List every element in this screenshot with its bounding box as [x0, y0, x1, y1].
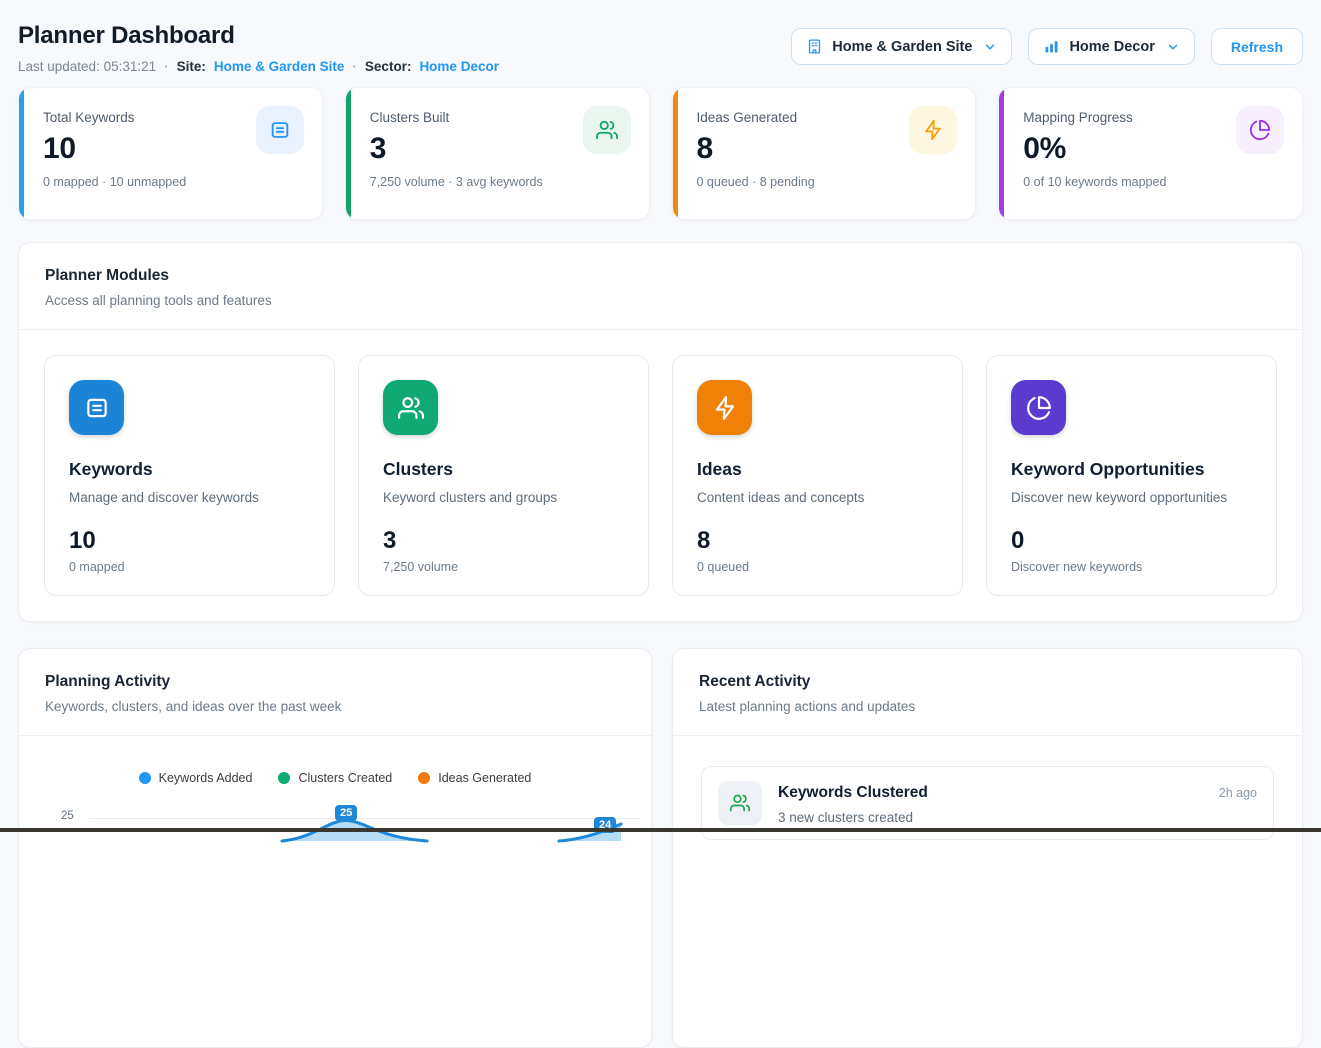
module-title: Clusters — [383, 459, 624, 480]
legend-label: Keywords Added — [159, 771, 253, 785]
sector-selector-dropdown[interactable]: Home Decor — [1028, 28, 1194, 65]
sector-label: Sector: — [365, 59, 412, 74]
recent-activity-panel: Recent Activity Latest planning actions … — [672, 648, 1303, 1048]
modules-title: Planner Modules — [45, 267, 1276, 285]
legend-item-ideas-generated[interactable]: Ideas Generated — [418, 771, 531, 785]
header-meta: Last updated: 05:31:21 · Site: Home & Ga… — [18, 59, 499, 74]
stat-card-clusters-built[interactable]: Clusters Built 3 7,250 volume · 3 avg ke… — [345, 87, 650, 220]
document-icon — [256, 106, 304, 154]
building-icon — [806, 38, 823, 55]
module-value: 0 — [1011, 527, 1252, 555]
legend-item-clusters-created[interactable]: Clusters Created — [278, 771, 392, 785]
divider — [19, 735, 651, 736]
stat-card-total-keywords[interactable]: Total Keywords 10 0 mapped · 10 unmapped — [18, 87, 323, 220]
site-selector-value: Home & Garden Site — [832, 39, 972, 55]
stat-detail: 0 queued · 8 pending — [697, 175, 956, 189]
accent-stripe — [999, 88, 1004, 219]
module-description: Manage and discover keywords — [69, 490, 310, 505]
legend-item-keywords-added[interactable]: Keywords Added — [139, 771, 253, 785]
stat-detail: 0 of 10 keywords mapped — [1023, 175, 1282, 189]
activity-title: Keywords Clustered — [778, 784, 1203, 802]
module-value: 10 — [69, 527, 310, 555]
module-stat: 0 mapped — [69, 560, 310, 574]
module-value: 8 — [697, 527, 938, 555]
sector-link[interactable]: Home Decor — [419, 59, 499, 74]
module-card-keyword-opportunities[interactable]: Keyword Opportunities Discover new keywo… — [986, 355, 1277, 596]
module-card-ideas[interactable]: Ideas Content ideas and concepts 8 0 que… — [672, 355, 963, 596]
planner-modules-panel: Planner Modules Access all planning tool… — [18, 242, 1303, 622]
accent-stripe — [19, 88, 24, 219]
legend-label: Ideas Generated — [438, 771, 531, 785]
header-toolbar: Home & Garden Site Home Decor Refresh — [791, 28, 1303, 65]
module-stat: 0 queued — [697, 560, 938, 574]
users-icon — [718, 781, 762, 825]
site-selector-dropdown[interactable]: Home & Garden Site — [791, 28, 1012, 65]
recent-title: Recent Activity — [699, 673, 1276, 691]
modules-panel-header: Planner Modules Access all planning tool… — [19, 243, 1302, 329]
header-left: Planner Dashboard Last updated: 05:31:21… — [18, 22, 499, 74]
legend-dot-blue — [139, 772, 151, 784]
meta-separator: · — [352, 59, 357, 74]
planner-dashboard-page: Planner Dashboard Last updated: 05:31:21… — [0, 0, 1321, 1048]
accent-stripe — [673, 88, 678, 219]
pie-chart-icon — [1011, 380, 1066, 435]
site-label: Site: — [177, 59, 206, 74]
stat-card-ideas-generated[interactable]: Ideas Generated 8 0 queued · 8 pending — [672, 87, 977, 220]
document-icon — [69, 380, 124, 435]
chevron-down-icon — [983, 40, 997, 54]
module-title: Keywords — [69, 459, 310, 480]
page-header: Planner Dashboard Last updated: 05:31:21… — [18, 0, 1303, 74]
legend-dot-green — [278, 772, 290, 784]
legend-label: Clusters Created — [298, 771, 392, 785]
activity-line-chart[interactable]: 25 25 24 — [19, 807, 651, 841]
page-title: Planner Dashboard — [18, 22, 499, 50]
planning-activity-panel: Planning Activity Keywords, clusters, an… — [18, 648, 652, 1048]
module-card-clusters[interactable]: Clusters Keyword clusters and groups 3 7… — [358, 355, 649, 596]
activity-timestamp: 2h ago — [1219, 781, 1257, 800]
module-stat: 7,250 volume — [383, 560, 624, 574]
last-updated-text: Last updated: 05:31:21 — [18, 59, 156, 74]
module-value: 3 — [383, 527, 624, 555]
modules-grid: Keywords Manage and discover keywords 10… — [19, 330, 1302, 621]
users-icon — [583, 106, 631, 154]
module-description: Content ideas and concepts — [697, 490, 938, 505]
recent-panel-header: Recent Activity Latest planning actions … — [673, 649, 1302, 735]
stat-detail: 7,250 volume · 3 avg keywords — [370, 175, 629, 189]
site-link[interactable]: Home & Garden Site — [214, 59, 345, 74]
lightning-icon — [909, 106, 957, 154]
activity-body: Keywords Clustered 3 new clusters create… — [778, 781, 1203, 825]
module-card-keywords[interactable]: Keywords Manage and discover keywords 10… — [44, 355, 335, 596]
pie-chart-icon — [1236, 106, 1284, 154]
refresh-button[interactable]: Refresh — [1211, 28, 1303, 65]
users-icon — [383, 380, 438, 435]
module-title: Ideas — [697, 459, 938, 480]
module-description: Discover new keyword opportunities — [1011, 490, 1252, 505]
chart-legend: Keywords Added Clusters Created Ideas Ge… — [19, 771, 651, 785]
module-title: Keyword Opportunities — [1011, 459, 1252, 480]
lightning-icon — [697, 380, 752, 435]
data-point-label: 25 — [335, 805, 357, 821]
chevron-down-icon — [1166, 40, 1180, 54]
sector-selector-value: Home Decor — [1069, 39, 1154, 55]
planning-title: Planning Activity — [45, 673, 625, 691]
bar-chart-icon — [1043, 38, 1060, 55]
activity-list: Keywords Clustered 3 new clusters create… — [673, 736, 1302, 870]
accent-stripe — [346, 88, 351, 219]
window-bottom-edge — [0, 828, 1321, 832]
meta-separator: · — [164, 59, 169, 74]
module-description: Keyword clusters and groups — [383, 490, 624, 505]
planning-panel-header: Planning Activity Keywords, clusters, an… — [19, 649, 651, 735]
module-stat: Discover new keywords — [1011, 560, 1252, 574]
bottom-row: Planning Activity Keywords, clusters, an… — [18, 622, 1303, 1048]
stats-row: Total Keywords 10 0 mapped · 10 unmapped… — [18, 87, 1303, 220]
recent-subtitle: Latest planning actions and updates — [699, 699, 1276, 714]
planning-subtitle: Keywords, clusters, and ideas over the p… — [45, 699, 625, 714]
legend-dot-orange — [418, 772, 430, 784]
stat-detail: 0 mapped · 10 unmapped — [43, 175, 302, 189]
activity-description: 3 new clusters created — [778, 810, 1203, 825]
stat-card-mapping-progress[interactable]: Mapping Progress 0% 0 of 10 keywords map… — [998, 87, 1303, 220]
modules-subtitle: Access all planning tools and features — [45, 293, 1276, 308]
